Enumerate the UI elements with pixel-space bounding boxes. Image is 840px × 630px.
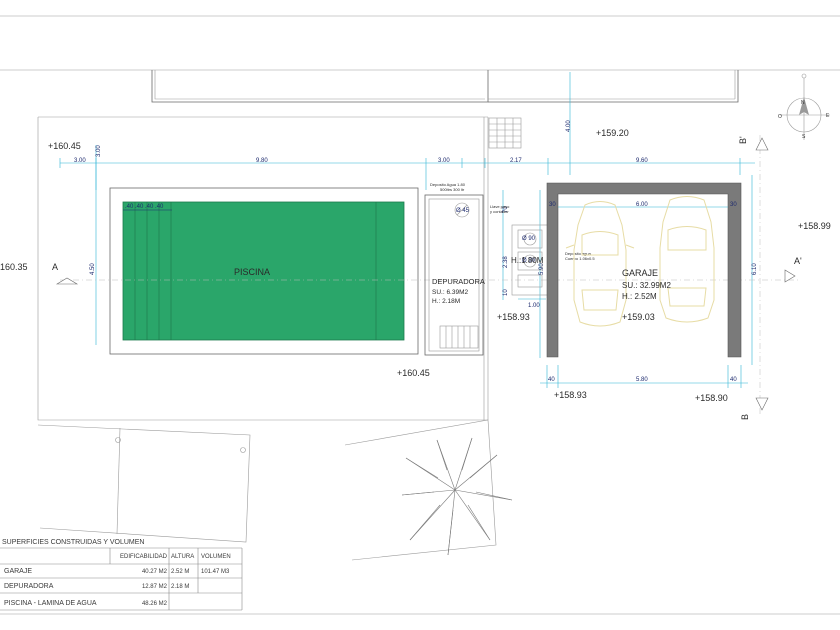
table-row-name: GARAJE	[4, 568, 32, 575]
table-row-volumen: 101.47 M3	[201, 569, 230, 575]
table-row-edif: 48.26 M2	[142, 601, 168, 607]
table-header-altura: ALTURA	[171, 554, 194, 560]
table-header-edif: EDIFICABILIDAD	[120, 554, 168, 560]
dim-side-300: 3.00	[96, 145, 102, 157]
dim-top-960: 9.60	[636, 158, 648, 164]
house-footprint	[151, 70, 739, 103]
dim-side-10: 10	[503, 289, 509, 296]
table-header-volumen: VOLUMEN	[201, 554, 231, 560]
note-d45: Ø 45	[456, 208, 470, 214]
section-mark-a-prime: A'	[794, 256, 802, 266]
dim-side-400: 4.00	[566, 120, 572, 132]
site-plan-drawing: 3.00 9.80 3.00 2.17 9.60 3.00 4.50 4.00 …	[0, 15, 840, 615]
dim-top-300a: 3.00	[74, 158, 86, 164]
dim-bottom-40a: 40	[548, 377, 555, 383]
dim-side-238: 2.38	[503, 256, 509, 268]
table-row-altura: 2.18 M	[171, 584, 189, 590]
car-outline-right	[659, 196, 715, 323]
level-158-93-mid: +158.93	[497, 312, 530, 322]
compass-n: N	[801, 100, 805, 106]
compass-s: S	[802, 134, 806, 140]
tank-height-label: H.:1.80M	[511, 256, 544, 265]
depuradora-room	[424, 194, 484, 356]
level-158-90: +158.90	[695, 393, 728, 403]
table-row-altura: 2.52 M	[171, 569, 189, 575]
depuradora-label: DEPURADORA	[432, 277, 485, 286]
garage-area: SU.: 32.99M2	[622, 281, 671, 290]
section-mark-b-prime: B'	[738, 136, 748, 144]
level-160-45-top: +160.45	[48, 141, 81, 151]
table-title: SUPERFICIES CONSTRUIDAS Y VOLUMEN	[2, 539, 145, 546]
car-outline-left	[565, 201, 635, 327]
section-mark-a: A	[52, 262, 58, 272]
dim-top-980: 9.80	[256, 158, 268, 164]
level-160-35: 160.35	[0, 262, 28, 272]
dim-bottom-580: 5.80	[636, 377, 648, 383]
level-159-20: +159.20	[596, 128, 629, 138]
table-row-name: PISCINA - LAMINA DE AGUA	[4, 600, 97, 607]
garage-height: H.: 2.52M	[622, 292, 657, 301]
dim-side-100: 1.00	[528, 303, 540, 309]
level-158-93-bottom: +158.93	[554, 390, 587, 400]
level-159-03: +159.03	[622, 312, 655, 322]
level-160-45-bottom: +160.45	[397, 368, 430, 378]
table-row-name: DEPURADORA	[4, 583, 54, 590]
section-mark-b: B	[740, 414, 750, 420]
dim-garage-600: 6.00	[636, 202, 648, 208]
table-row-edif: 40.27 M2	[142, 569, 168, 575]
dim-side-610: 6.10	[752, 263, 758, 275]
dim-bottom-40b: 40	[730, 377, 737, 383]
note-deposit-mid-2: Cuerpo 1.06x0.5	[565, 256, 595, 261]
note-valve-2: y contador	[490, 209, 509, 214]
compass-rose	[780, 73, 830, 140]
table-row-edif: 12.87 M2	[142, 584, 168, 590]
level-158-99: +158.99	[798, 221, 831, 231]
exterior-stair	[488, 117, 522, 149]
dim-garage-30a: 30	[549, 202, 556, 208]
dim-top-217: 2.17	[510, 158, 522, 164]
note-deposit-top-2: 500ltrs 300 ltr	[440, 187, 465, 192]
compass-o: O	[778, 114, 782, 120]
pool-label: PISCINA	[234, 267, 270, 277]
depuradora-area: SU.: 6.39M2	[432, 289, 469, 296]
dim-pool-steps: .40 .40 .40 .40	[125, 204, 164, 210]
depuradora-height: H.: 2.18M	[432, 298, 460, 305]
dim-side-450: 4.50	[90, 263, 96, 275]
dim-garage-30b: 30	[730, 202, 737, 208]
compass-e: E	[826, 113, 830, 119]
note-d90a: Ø 90	[522, 236, 536, 242]
dim-top-300b: 3.00	[438, 158, 450, 164]
garage-label: GARAJE	[622, 268, 658, 278]
